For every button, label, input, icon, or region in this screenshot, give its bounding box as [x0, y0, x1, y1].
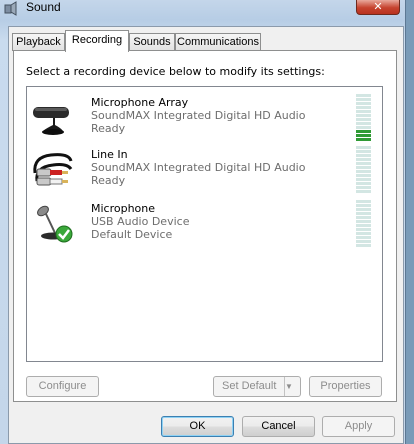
device-driver: SoundMAX Integrated Digital HD Audio	[91, 161, 306, 174]
level-meter-bar	[356, 158, 371, 161]
level-meter-bar	[356, 220, 371, 223]
level-meter-bar	[356, 166, 371, 169]
device-row-microphone[interactable]: Microphone USB Audio Device Default Devi…	[27, 195, 382, 247]
close-icon: ✕	[373, 0, 383, 13]
level-meter	[356, 200, 371, 248]
level-meter-bar	[356, 212, 371, 215]
level-meter-bar	[356, 146, 371, 149]
button-label: Cancel	[261, 420, 296, 432]
recording-device-list[interactable]: Microphone Array SoundMAX Integrated Dig…	[26, 86, 383, 362]
level-meter-bar	[356, 154, 371, 157]
level-meter-bar	[356, 118, 371, 121]
button-label: Properties	[320, 380, 371, 392]
level-meter-bar	[356, 98, 371, 101]
level-meter-bar	[356, 126, 371, 129]
level-meter-bar	[356, 162, 371, 165]
device-name: Microphone Array	[91, 96, 189, 109]
device-status: Default Device	[91, 228, 173, 241]
properties-button[interactable]: Properties	[309, 376, 382, 397]
level-meter-bar	[356, 190, 371, 193]
level-meter-bar	[356, 174, 371, 177]
tab-playback[interactable]: Playback	[12, 33, 65, 51]
button-label: Configure	[38, 380, 87, 392]
level-meter-bar	[356, 244, 371, 247]
level-meter-bar	[356, 236, 371, 239]
device-name: Microphone	[91, 202, 156, 215]
tab-communications[interactable]: Communications	[175, 33, 261, 51]
level-meter-bar	[356, 102, 371, 105]
level-meter-bar	[356, 106, 371, 109]
close-button[interactable]: ✕	[356, 0, 400, 15]
device-status: Ready	[91, 174, 126, 187]
level-meter-bar	[356, 186, 371, 189]
device-name: Line In	[91, 148, 128, 161]
device-row-microphone-array[interactable]: Microphone Array SoundMAX Integrated Dig…	[27, 89, 382, 141]
line-in-cable-icon	[33, 153, 73, 186]
level-meter-bar	[356, 150, 371, 153]
tab-label: Sounds	[133, 36, 171, 48]
level-meter-bar	[356, 94, 371, 97]
level-meter-bar	[356, 228, 371, 231]
window-title: Sound	[26, 0, 61, 14]
level-meter-bar	[356, 200, 371, 203]
tab-recording[interactable]: Recording	[65, 30, 129, 52]
instruction-text: Select a recording device below to modif…	[26, 65, 325, 78]
button-label: Set Default	[222, 380, 277, 392]
level-meter-bar	[356, 134, 371, 137]
button-label: OK	[189, 420, 206, 432]
configure-button[interactable]: Configure	[26, 376, 99, 397]
tab-sounds[interactable]: Sounds	[129, 33, 175, 51]
level-meter-bar	[356, 208, 371, 211]
device-row-line-in[interactable]: Line In SoundMAX Integrated Digital HD A…	[27, 141, 382, 193]
level-meter-bar	[356, 216, 371, 219]
level-meter-bar	[356, 122, 371, 125]
level-meter-bar	[356, 130, 371, 133]
title-bar[interactable]: Sound ✕	[0, 0, 406, 18]
speaker-app-icon	[4, 1, 17, 16]
device-driver: USB Audio Device	[91, 215, 190, 228]
device-status: Ready	[91, 122, 126, 135]
ok-button[interactable]: OK	[161, 416, 234, 437]
level-meter-bar	[356, 114, 371, 117]
sound-dialog-window: Sound ✕ Playback Recording Sounds Commun…	[0, 0, 406, 444]
level-meter-bar	[356, 178, 371, 181]
level-meter-bar	[356, 170, 371, 173]
recording-tab-page: Select a recording device below to modif…	[13, 50, 397, 402]
microphone-array-icon	[33, 107, 69, 135]
microphone-default-icon	[37, 205, 73, 243]
level-meter-bar	[356, 224, 371, 227]
tab-label: Recording	[71, 34, 123, 46]
button-label: Apply	[344, 420, 373, 432]
set-default-button[interactable]: Set Default ▼	[213, 376, 301, 397]
apply-button[interactable]: Apply	[322, 416, 395, 437]
device-driver: SoundMAX Integrated Digital HD Audio	[91, 109, 306, 122]
cancel-button[interactable]: Cancel	[242, 416, 315, 437]
level-meter-bar	[356, 204, 371, 207]
chevron-down-icon[interactable]: ▼	[284, 377, 300, 396]
tab-label: Playback	[16, 36, 61, 48]
level-meter-bar	[356, 232, 371, 235]
level-meter-bar	[356, 240, 371, 243]
level-meter	[356, 94, 371, 142]
level-meter-bar	[356, 110, 371, 113]
level-meter	[356, 146, 371, 194]
level-meter-bar	[356, 182, 371, 185]
tab-label: Communications	[177, 36, 259, 48]
